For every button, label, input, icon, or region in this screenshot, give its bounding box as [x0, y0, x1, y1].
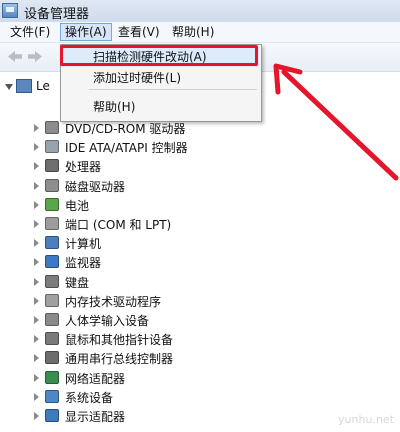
menu-file[interactable]: 文件(F) [6, 24, 54, 40]
tree-row[interactable]: 网络适配器 [0, 368, 400, 387]
menu-action[interactable]: 操作(A) [60, 23, 112, 41]
hid-icon [45, 313, 59, 326]
computer-root-icon [16, 79, 32, 93]
expand-arrow-icon[interactable] [34, 239, 39, 248]
expand-arrow-icon[interactable] [34, 354, 39, 363]
device-tree: Le DVD/CD-ROM 驱动器 IDE ATA/ATAPI 控制器 处理器磁盘驱… [0, 72, 400, 432]
forward-arrow-icon[interactable] [28, 51, 42, 62]
expand-arrow-icon[interactable] [34, 296, 39, 305]
tree-row-label: DVD/CD-ROM 驱动器 [65, 122, 186, 136]
tree-root-label[interactable]: Le [36, 79, 50, 93]
expand-arrow-icon[interactable] [34, 162, 39, 171]
menu-item-label: 帮助(H) [93, 100, 136, 114]
tree-row-label: 磁盘驱动器 [65, 179, 126, 194]
expand-arrow-icon[interactable] [34, 277, 39, 286]
system-device-icon [45, 389, 59, 403]
tree-row[interactable]: 端口 (COM 和 LPT) [0, 214, 400, 233]
tree-row[interactable]: 内存技术驱动程序 [0, 291, 400, 310]
expand-arrow-icon[interactable] [34, 258, 39, 267]
monitor-icon [45, 255, 59, 269]
tree-row[interactable]: 磁盘驱动器 [0, 176, 400, 195]
menu-item-help[interactable]: 帮助(H) [61, 97, 259, 117]
expand-arrow-icon[interactable] [34, 373, 39, 382]
tree-row[interactable]: 鼠标和其他指针设备 [0, 329, 400, 348]
tree-row-label: 内存技术驱动程序 [65, 294, 162, 309]
red-highlight-box [60, 45, 258, 66]
menu-help[interactable]: 帮助(H) [168, 24, 218, 40]
tree-row[interactable]: IDE ATA/ATAPI 控制器 [0, 137, 400, 156]
tree-row-label: 计算机 [65, 237, 102, 252]
tree-row[interactable]: 电池 [0, 195, 400, 214]
expand-arrow-icon[interactable] [34, 124, 39, 132]
network-adapter-icon [45, 370, 59, 384]
keyboard-icon [45, 274, 59, 288]
expand-arrow-icon[interactable] [34, 392, 39, 401]
expand-arrow-icon[interactable] [34, 316, 39, 324]
ide-controller-icon [45, 140, 59, 154]
menu-item-add-legacy-hardware[interactable]: 添加过时硬件(L) [61, 68, 259, 88]
display-adapter-icon [45, 409, 59, 422]
menu-separator [89, 89, 257, 90]
tree-row[interactable]: 通用串行总线控制器 [0, 348, 400, 367]
menu-bar: 文件(F) 操作(A) 查看(V) 帮助(H) [0, 22, 400, 43]
expand-arrow-icon[interactable] [34, 200, 39, 209]
expand-root-icon[interactable] [5, 84, 13, 90]
tree-row[interactable]: 处理器 [0, 156, 400, 175]
watermark-text: yunhu.net [338, 413, 394, 426]
disk-drive-icon [45, 178, 59, 192]
tree-row[interactable]: 监视器 [0, 252, 400, 271]
tree-row[interactable]: 计算机 [0, 233, 400, 252]
tree-row-label: 端口 (COM 和 LPT) [65, 218, 172, 232]
tree-row[interactable]: 人体学输入设备 [0, 310, 400, 329]
tree-row-label: 监视器 [65, 256, 102, 271]
tree-row-label: 通用串行总线控制器 [65, 352, 174, 367]
dvd-drive-icon [45, 121, 59, 134]
expand-arrow-icon[interactable] [34, 335, 39, 344]
battery-icon [45, 197, 59, 211]
title-bar: 设备管理器 [0, 0, 400, 23]
tree-row-label: 电池 [65, 198, 90, 213]
tree-row-label: 鼠标和其他指针设备 [65, 333, 174, 348]
tree-row-label: 人体学输入设备 [65, 314, 150, 328]
tree-row-label: 键盘 [65, 275, 90, 290]
tree-row[interactable]: 系统设备 [0, 387, 400, 406]
expand-arrow-icon[interactable] [34, 143, 39, 152]
tree-row-label: 网络适配器 [65, 371, 126, 386]
tree-row-label: 处理器 [65, 160, 102, 175]
back-arrow-icon[interactable] [8, 51, 22, 62]
expand-arrow-icon[interactable] [34, 412, 39, 420]
tree-row-label: 显示适配器 [65, 410, 126, 424]
port-icon [45, 217, 59, 230]
memory-icon [45, 293, 59, 307]
processor-icon [45, 159, 59, 173]
menu-view[interactable]: 查看(V) [114, 24, 164, 40]
computer-icon [45, 236, 59, 250]
menu-item-label: 添加过时硬件(L) [93, 71, 182, 85]
tree-row[interactable]: 键盘 [0, 272, 400, 291]
tree-row-label: 系统设备 [65, 390, 114, 405]
usb-icon [45, 351, 59, 365]
tree-row-label: IDE ATA/ATAPI 控制器 [65, 141, 188, 156]
expand-arrow-icon[interactable] [34, 220, 39, 228]
expand-arrow-icon[interactable] [34, 181, 39, 190]
device-manager-icon [2, 3, 18, 18]
mouse-icon [45, 332, 59, 346]
window-title: 设备管理器 [24, 7, 90, 22]
